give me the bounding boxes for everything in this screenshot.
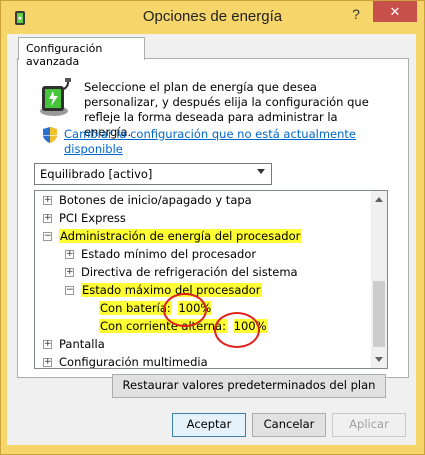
tree-item-processor-power-management[interactable]: − Administración de energía del procesad…	[43, 227, 302, 245]
tree-item-min-processor-state[interactable]: + Estado mínimo del procesador	[65, 245, 256, 263]
tree-item-label: Estado mínimo del procesador	[81, 247, 257, 261]
annotation-circle-plugged-in	[214, 312, 260, 348]
tree-item-label: Botones de inicio/apagado y tapa	[59, 193, 252, 207]
restore-defaults-button[interactable]: Restaurar valores predeterminados del pl…	[112, 374, 386, 398]
expand-icon[interactable]: +	[43, 196, 52, 205]
tree-item-label: Pantalla	[59, 337, 105, 351]
plugged-in-label: Con corriente alterna:	[99, 319, 227, 333]
scroll-down-arrow-icon[interactable]	[375, 357, 383, 362]
tree-item-label: Configuración multimedia	[59, 355, 208, 369]
expand-icon[interactable]: +	[43, 358, 52, 367]
tree-scrollbar[interactable]	[371, 191, 387, 368]
collapse-icon[interactable]: −	[43, 232, 52, 241]
plan-select-value: Equilibrado [activo]	[40, 167, 153, 181]
apply-button: Aplicar	[332, 413, 406, 437]
on-battery-label: Con batería:	[99, 301, 172, 315]
plan-select[interactable]: Equilibrado [activo]	[34, 163, 272, 185]
help-button[interactable]: ?	[344, 3, 368, 25]
tab-advanced-settings[interactable]: Configuración avanzada	[18, 37, 145, 68]
uac-shield-icon	[43, 127, 57, 143]
scrollbar-thumb[interactable]	[373, 281, 385, 347]
close-button[interactable]: ✕	[373, 1, 417, 22]
tree-item-display[interactable]: + Pantalla	[43, 335, 105, 353]
expand-icon[interactable]: +	[65, 250, 74, 259]
tree-item-label: Administración de energía del procesador	[59, 229, 302, 243]
change-unavailable-settings-link[interactable]: Cambiar la configuración que no está act…	[64, 127, 364, 157]
tab-label: Configuración avanzada	[26, 42, 103, 68]
title-bar[interactable]: Opciones de energía ? ✕	[1, 1, 424, 35]
tree-item-label: Directiva de refrigeración del sistema	[81, 265, 298, 279]
expand-icon[interactable]: +	[43, 214, 52, 223]
accept-button[interactable]: Aceptar	[172, 413, 246, 437]
collapse-icon[interactable]: −	[65, 286, 74, 295]
tree-item-label: PCI Express	[59, 211, 126, 225]
scroll-up-arrow-icon[interactable]	[375, 197, 383, 202]
battery-icon	[40, 78, 71, 116]
expand-icon[interactable]: +	[43, 340, 52, 349]
cancel-button[interactable]: Cancelar	[252, 413, 326, 437]
tree-item-power-buttons[interactable]: + Botones de inicio/apagado y tapa	[43, 191, 252, 209]
tree-item-pci-express[interactable]: + PCI Express	[43, 209, 126, 227]
settings-tree[interactable]: + Botones de inicio/apagado y tapa + PCI…	[34, 190, 388, 369]
tree-item-multimedia[interactable]: + Configuración multimedia	[43, 353, 208, 369]
chevron-down-icon	[257, 169, 265, 174]
tree-item-max-processor-state[interactable]: − Estado máximo del procesador	[65, 281, 262, 299]
expand-icon[interactable]: +	[65, 268, 74, 277]
annotation-circle-battery	[163, 293, 207, 327]
tree-item-label: Estado máximo del procesador	[81, 283, 262, 297]
tree-item-cooling-policy[interactable]: + Directiva de refrigeración del sistema	[65, 263, 298, 281]
